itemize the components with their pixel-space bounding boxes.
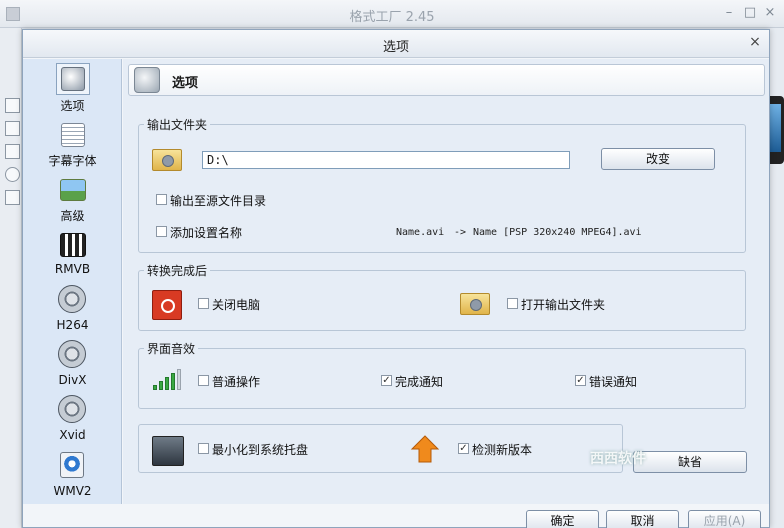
minimize-tray-label[interactable]: 最小化到系统托盘 [212,441,308,458]
sidebar-item-h264-label[interactable]: H264 [23,318,122,332]
wmv2-icon[interactable] [60,452,84,478]
check-update-checkbox[interactable]: ✓ [458,443,469,454]
output-folder-legend: 输出文件夹 [144,116,211,133]
h264-film-icon[interactable] [58,285,86,313]
tray-monitor-icon [152,436,184,466]
complete-sound-checkbox[interactable]: ✓ [381,375,392,386]
sidebar-item-rmvb-label[interactable]: RMVB [23,262,122,276]
video-tool-icon[interactable] [5,98,20,113]
picture-tool-icon[interactable] [5,144,20,159]
sidebar-item-subtitle-font-label[interactable]: 字幕字体 [23,152,122,169]
check-update-label[interactable]: 检测新版本 [472,441,532,458]
shutdown-checkbox[interactable] [198,298,209,309]
subtitle-font-icon[interactable] [61,123,85,147]
volume-bar-2 [159,381,163,390]
device-screen [769,104,781,152]
audio-tool-icon[interactable] [5,121,20,136]
options-header-icon [134,67,160,93]
normal-sound-checkbox[interactable] [198,375,209,386]
shutdown-label[interactable]: 关闭电脑 [212,296,260,313]
xvid-film-icon[interactable] [58,395,86,423]
name-example-after: Name [PSP 320x240 MPEG4].avi [473,227,642,238]
sidebar-item-wmv2-label[interactable]: WMV2 [23,484,122,498]
name-example-arrow: -> [454,227,467,238]
open-output-label[interactable]: 打开输出文件夹 [521,296,605,313]
power-icon [152,290,182,320]
divx-film-icon[interactable] [58,340,86,368]
sound-legend: 界面音效 [144,340,199,357]
name-example-before: Name.avi [396,227,445,238]
options-icon [61,67,85,91]
misc-group [138,424,623,473]
sidebar-item-options-label: 选项 [60,99,85,113]
ok-button[interactable]: 确定 [526,510,599,528]
close-window-icon[interactable]: × [763,6,777,20]
dialog-close-icon[interactable]: × [748,35,762,49]
open-output-checkbox[interactable] [507,298,518,309]
after-conversion-legend: 转换完成后 [144,262,211,279]
sidebar-item-advanced-label[interactable]: 高级 [23,207,122,224]
complete-sound-label[interactable]: 完成通知 [395,373,443,390]
minimize-icon[interactable]: – [722,6,736,20]
to-source-dir-label[interactable]: 输出至源文件目录 [170,192,266,209]
watermark: 西西软件 [590,451,646,467]
folder-icon [152,149,182,171]
volume-bar-1 [153,385,157,390]
section-header [128,64,765,96]
sidebar-item-divx-label[interactable]: DivX [23,373,122,387]
error-sound-label[interactable]: 错误通知 [589,373,637,390]
advanced-tool-icon[interactable] [5,190,20,205]
background-window-title: 格式工厂 2.45 [349,10,435,25]
error-sound-checkbox[interactable]: ✓ [575,375,586,386]
section-header-title: 选项 [172,76,199,91]
rom-tool-icon[interactable] [5,167,20,182]
update-arrow-icon [410,435,440,463]
minimize-tray-checkbox[interactable] [198,443,209,454]
rmvb-film-icon[interactable] [60,233,86,257]
normal-sound-label[interactable]: 普通操作 [212,373,260,390]
apply-button[interactable]: 应用(A) [688,510,761,528]
sidebar-item-xvid-label[interactable]: Xvid [23,428,122,442]
add-setting-name-label[interactable]: 添加设置名称 [170,224,242,241]
dialog-title: 选项 [382,40,409,55]
volume-bar-3 [165,377,169,390]
advanced-icon[interactable] [60,179,86,201]
open-folder-icon [460,293,490,315]
add-setting-name-checkbox[interactable] [156,226,167,237]
volume-bar-4 [171,373,175,390]
volume-bar-5 [177,369,181,390]
change-folder-button[interactable]: 改变 [601,148,715,170]
maximize-icon[interactable]: □ [743,6,757,20]
cancel-button[interactable]: 取消 [606,510,679,528]
to-source-dir-checkbox[interactable] [156,194,167,205]
output-path-input[interactable]: D:\ [202,151,570,169]
